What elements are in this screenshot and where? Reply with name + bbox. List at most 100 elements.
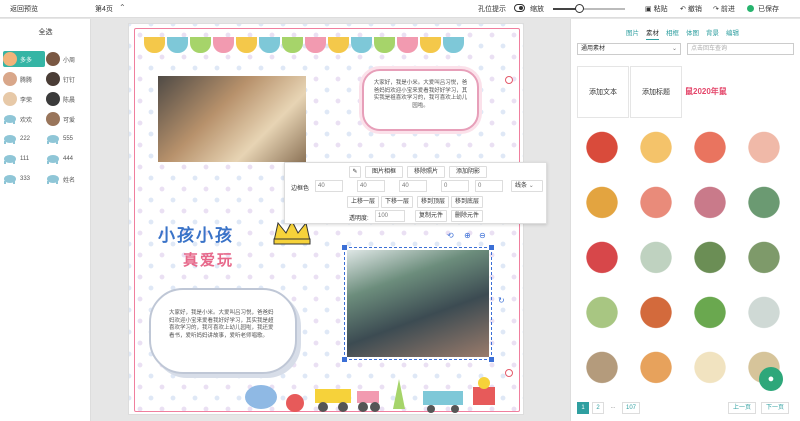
resize-handle[interactable] [342,357,347,362]
page-number[interactable]: 2 [592,402,604,414]
chat-icon[interactable]: ● [759,367,783,391]
member-item[interactable]: 555 [46,131,88,147]
delete-element-button[interactable]: 删除元件 [451,210,483,222]
elephant-icon [3,154,17,164]
radius-input-3[interactable]: 0 [441,180,469,192]
asset-thumbnail[interactable] [739,286,789,334]
radius-input-1[interactable]: 40 [357,180,385,192]
asset-thumbnail[interactable] [685,286,735,334]
member-item[interactable]: 可爱 [46,111,88,127]
zoom-slider-knob[interactable] [574,4,584,13]
prev-page-button[interactable]: 上一页 [728,402,757,414]
page-indicator[interactable]: 第4页 [95,4,113,14]
asset-thumbnail[interactable] [631,121,681,169]
avatar [3,72,17,86]
move-top-button[interactable]: 移到顶层 [417,196,449,208]
asset-tabs: 图片 素材 相框 体图 背景 编辑 [626,27,739,40]
member-item[interactable]: 222 [3,131,45,147]
copy-element-button[interactable]: 复制元件 [415,210,447,222]
asset-thumbnail[interactable] [631,341,681,389]
banner-sticker[interactable]: 鼠2020年鼠 [685,86,727,97]
asset-search-input[interactable]: 点击回车查询 [687,43,794,55]
resize-handle[interactable] [489,245,494,250]
asset-thumbnail[interactable] [631,231,681,279]
asset-thumbnail[interactable] [577,121,627,169]
select-all-button[interactable]: 全选 [0,27,91,37]
asset-tab[interactable]: 素材 [646,27,659,40]
elephant-icon [46,154,60,164]
asset-thumbnail[interactable] [577,231,627,279]
asset-thumbnail[interactable] [685,121,735,169]
redo-button[interactable]: ↷ 前进 [713,4,735,14]
asset-thumbnail[interactable] [739,176,789,224]
member-item[interactable]: 多多 [3,51,45,67]
add-title-button[interactable]: 添加标题 [630,66,682,118]
asset-thumbnail[interactable] [685,176,735,224]
asset-tab[interactable]: 相框 [666,27,679,40]
hole-marker [505,76,513,84]
member-item[interactable]: 钉钉 [46,71,88,87]
radius-input-4[interactable]: 0 [475,180,503,192]
zoom-out-icon[interactable]: ⊖ [479,231,486,240]
move-down-button[interactable]: 下移一层 [381,196,413,208]
hole-hint-toggle[interactable] [514,4,525,12]
page-number[interactable]: 107 [622,402,641,414]
refresh-icon[interactable]: ↻ [498,296,505,305]
back-to-preview-link[interactable]: 返回预览 [10,4,38,14]
frame-button[interactable]: 图片相框 [365,166,403,178]
text-note-top[interactable]: 大家好，我是小米。大爱叫吕习悦，爸爸妈妈欢迎小宝来爱看我好好学习，其实我是祖喜欢… [362,69,479,131]
member-item[interactable]: 333 [3,171,45,187]
member-item[interactable]: 欢欢 [3,111,45,127]
add-shadow-button[interactable]: 添加阴影 [449,166,487,178]
text-note-bottom[interactable]: 大家好，我是小米。大爱叫吕习悦，爸爸妈妈欢迎小宝来爱看我好好学习，其实我是超喜欢… [149,288,297,374]
asset-thumbnail[interactable] [577,286,627,334]
title-text-1[interactable]: 小孩小孩 [158,221,234,246]
member-item[interactable]: 姓名 [46,171,88,187]
member-item[interactable]: 111 [3,151,45,167]
move-bottom-button[interactable]: 移到底层 [451,196,483,208]
member-item[interactable]: 腾腾 [3,71,45,87]
asset-thumbnail[interactable] [739,231,789,279]
asset-tab[interactable]: 背景 [706,27,719,40]
line-style-select[interactable]: 线条 ⌄ [511,180,543,192]
asset-thumbnail[interactable] [577,341,627,389]
zoom-label: 缩放 [530,6,544,13]
photo-child-eating[interactable] [158,76,306,162]
asset-category-select[interactable]: 通用素材 ⌄ [577,43,681,55]
opacity-input[interactable]: 100 [375,210,405,222]
member-item[interactable]: 444 [46,151,88,167]
undo-button[interactable]: ↶ 撤销 [680,4,702,14]
add-text-button[interactable]: 添加文本 [577,66,629,118]
asset-tab[interactable]: 图片 [626,27,639,40]
resize-handle[interactable] [489,357,494,362]
elephant-icon [3,174,17,184]
member-item[interactable]: 小周 [46,51,88,67]
asset-thumbnail[interactable] [685,341,735,389]
rotate-icon[interactable]: ⟲ [447,231,454,240]
asset-thumbnail[interactable] [631,176,681,224]
page-number[interactable]: 1 [577,402,589,414]
zoom-in-icon[interactable]: ⊕ [464,231,471,240]
remove-photo-button[interactable]: 移除照片 [407,166,445,178]
bunting-flag [144,37,165,53]
asset-tab[interactable]: 体图 [686,27,699,40]
asset-tab[interactable]: 编辑 [726,27,739,40]
bunting-flag [305,37,326,53]
paint-icon[interactable]: ✎ [349,166,361,178]
move-up-button[interactable]: 上移一层 [347,196,379,208]
member-item[interactable]: 陈晨 [46,91,88,107]
paste-button[interactable]: ▣ 粘贴 [645,4,668,14]
zoom-slider[interactable] [553,4,625,13]
bunting-flag [420,37,441,53]
asset-thumbnail[interactable] [577,176,627,224]
asset-thumbnail[interactable] [739,121,789,169]
member-item[interactable]: 李荣 [3,91,45,107]
chevron-up-icon[interactable]: ⌃ [119,3,126,12]
title-text-2[interactable]: 真爱玩 [183,249,234,270]
resize-handle[interactable] [342,245,347,250]
border-width-input[interactable]: 40 [315,180,343,192]
asset-thumbnail[interactable] [631,286,681,334]
next-page-button[interactable]: 下一页 [761,402,790,414]
asset-thumbnail[interactable] [685,231,735,279]
radius-input-2[interactable]: 40 [399,180,427,192]
